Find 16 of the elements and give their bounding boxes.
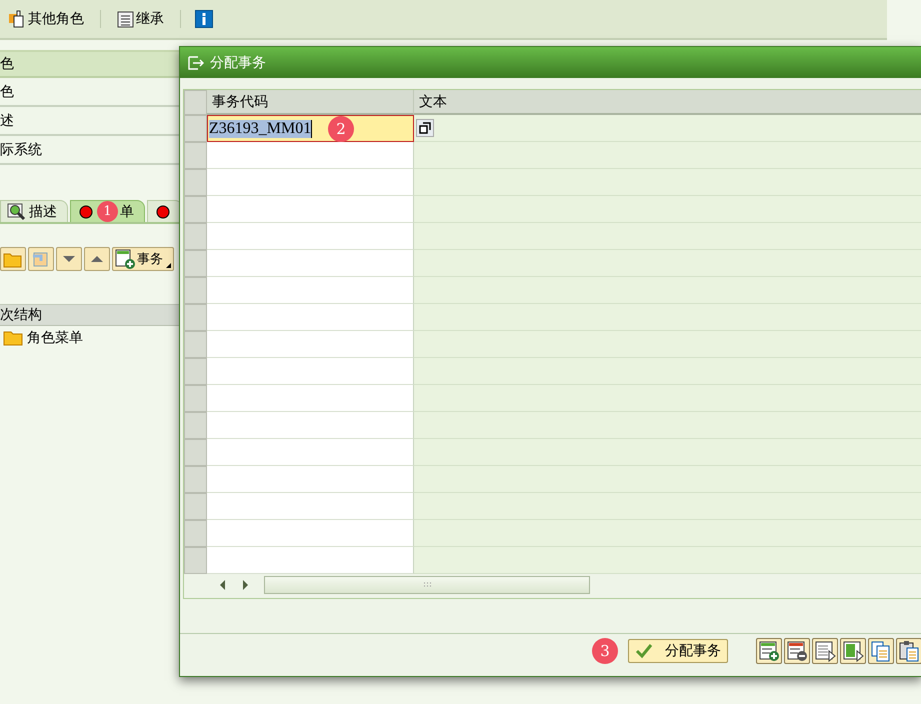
step-badge: 3 [592, 638, 618, 664]
column-header: 文本 [414, 90, 921, 115]
step-badge: 1 [97, 201, 118, 222]
dialog-title: 分配事务 [210, 54, 266, 72]
input-field[interactable]: Z36193_MM01 2 [207, 115, 414, 142]
tab[interactable]: 1 单 [70, 200, 145, 222]
toolbar-button[interactable]: 继承 [115, 8, 166, 30]
column-header: 事务代码 [207, 90, 414, 115]
tab[interactable]: 描述 [0, 200, 68, 222]
section-header: 色 [0, 50, 180, 78]
tree-item[interactable]: 角色菜单 [27, 329, 83, 347]
toolbar-button[interactable]: 其他角色 [6, 8, 86, 30]
confirm-button[interactable]: 分配事务 [628, 639, 728, 663]
column-header: 次结构 [0, 304, 180, 326]
step-badge: 2 [328, 116, 354, 142]
add-transaction-button[interactable]: 事务 [112, 247, 174, 271]
